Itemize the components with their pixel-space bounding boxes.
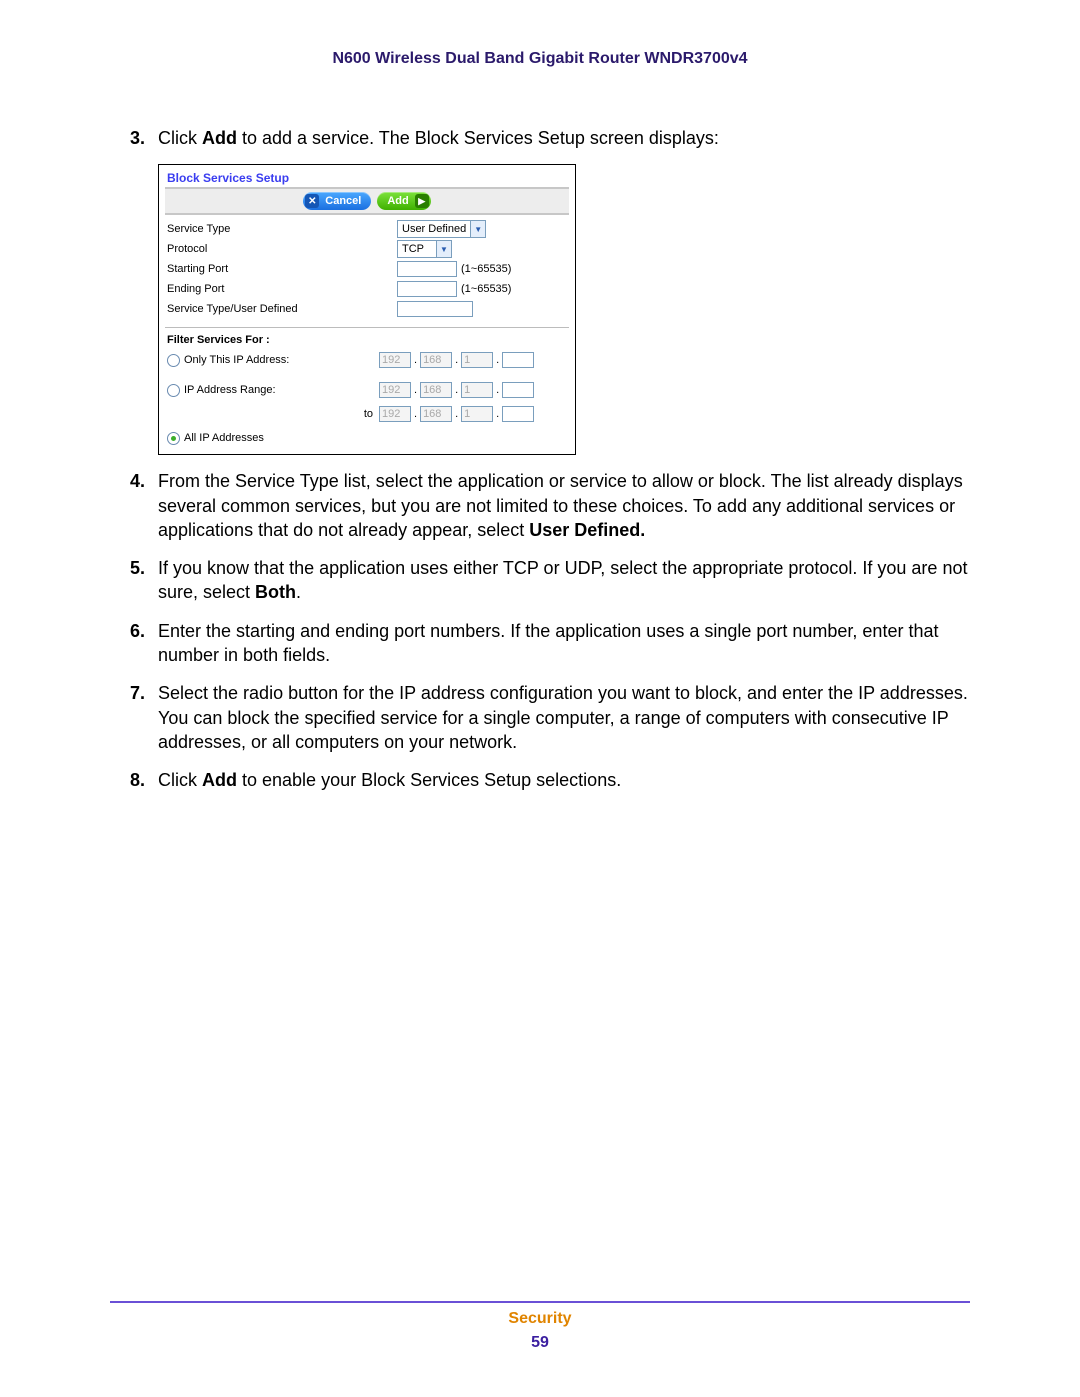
step-body: From the Service Type list, select the a… [158,469,970,542]
cancel-button[interactable]: ✕ Cancel [303,192,371,210]
ip-octet-1[interactable] [379,352,411,368]
step-number: 5. [130,556,158,605]
label-protocol: Protocol [167,243,397,255]
row-ending-port: Ending Port (1~65535) [167,279,567,299]
footer-rule [110,1301,970,1303]
ip-octet-4[interactable] [502,382,534,398]
row-service-type: Service Type User Defined ▼ [167,219,567,239]
ip-octet-4[interactable] [502,352,534,368]
panel-toolbar: ✕ Cancel Add ▶ [165,187,569,215]
row-starting-port: Starting Port (1~65535) [167,259,567,279]
radio-ip-range[interactable] [167,384,180,397]
step-4: 4. From the Service Type list, select th… [130,469,970,542]
step-body: Select the radio button for the IP addre… [158,681,970,754]
step-5: 5. If you know that the application uses… [130,556,970,605]
label-all-ip: All IP Addresses [184,432,264,444]
ending-port-hint: (1~65535) [461,283,511,295]
step-7: 7. Select the radio button for the IP ad… [130,681,970,754]
page-footer: Security 59 [0,1307,1080,1355]
row-protocol: Protocol TCP ▼ [167,239,567,259]
divider [165,327,569,328]
label-starting-port: Starting Port [167,263,397,275]
protocol-select[interactable]: TCP ▼ [397,240,452,258]
ip-range-to: . . . [379,406,534,422]
arrow-right-icon: ▶ [415,194,429,208]
label-ip-range: IP Address Range: [184,384,276,396]
radio-all-ip[interactable] [167,432,180,445]
row-user-defined: Service Type/User Defined [167,299,567,319]
label-to: to [167,408,379,420]
step-number: 7. [130,681,158,754]
chevron-down-icon: ▼ [470,221,485,237]
ending-port-input[interactable] [397,281,457,297]
service-type-select[interactable]: User Defined ▼ [397,220,486,238]
label-service-type: Service Type [167,223,397,235]
step-body: Click Add to add a service. The Block Se… [158,126,970,150]
close-icon: ✕ [305,194,319,208]
form-section: Service Type User Defined ▼ Protocol TCP… [159,219,575,323]
ip-octet-1[interactable] [379,382,411,398]
step-6: 6. Enter the starting and ending port nu… [130,619,970,668]
step-body: Enter the starting and ending port numbe… [158,619,970,668]
step-3: 3. Click Add to add a service. The Block… [130,126,970,150]
row-all-ip: All IP Addresses [159,426,575,454]
radio-only-this-ip[interactable] [167,354,180,367]
instruction-list-continued: 4. From the Service Type list, select th… [130,469,970,792]
row-ip-range-to: to . . . [159,402,575,426]
user-defined-input[interactable] [397,301,473,317]
ip-octet-3[interactable] [461,382,493,398]
step-number: 8. [130,768,158,792]
label-only-this-ip: Only This IP Address: [184,354,289,366]
block-services-setup-screenshot: Block Services Setup ✕ Cancel Add ▶ Serv… [158,164,970,455]
row-ip-range-from: IP Address Range: . . . [159,378,575,402]
add-button[interactable]: Add ▶ [377,192,430,210]
panel-title: Block Services Setup [159,165,575,187]
ip-only-this: . . . [379,352,534,368]
footer-chapter: Security [0,1307,1080,1331]
chevron-down-icon: ▼ [436,241,451,257]
step-8: 8. Click Add to enable your Block Servic… [130,768,970,792]
filter-services-title: Filter Services For : [159,332,575,348]
step-body: If you know that the application uses ei… [158,556,970,605]
label-user-defined: Service Type/User Defined [167,303,397,315]
step-number: 6. [130,619,158,668]
ip-octet-2[interactable] [420,382,452,398]
ip-octet-1[interactable] [379,406,411,422]
row-only-this-ip: Only This IP Address: . . . [159,348,575,372]
ip-range-from: . . . [379,382,534,398]
block-services-setup-panel: Block Services Setup ✕ Cancel Add ▶ Serv… [158,164,576,455]
label-ending-port: Ending Port [167,283,397,295]
ip-octet-3[interactable] [461,352,493,368]
starting-port-input[interactable] [397,261,457,277]
document-header: N600 Wireless Dual Band Gigabit Router W… [110,50,970,68]
starting-port-hint: (1~65535) [461,263,511,275]
ip-octet-2[interactable] [420,352,452,368]
step-body: Click Add to enable your Block Services … [158,768,970,792]
instruction-list: 3. Click Add to add a service. The Block… [130,126,970,150]
step-number: 4. [130,469,158,542]
ip-octet-3[interactable] [461,406,493,422]
step-number: 3. [130,126,158,150]
footer-page-number: 59 [0,1331,1080,1355]
ip-octet-2[interactable] [420,406,452,422]
ip-octet-4[interactable] [502,406,534,422]
